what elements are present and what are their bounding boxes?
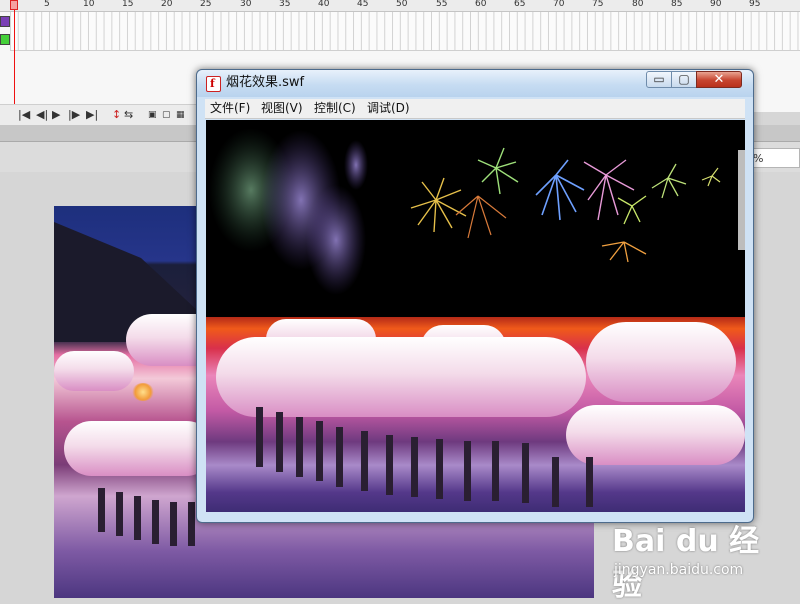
edit-multiple-icon[interactable]: ▢: [162, 108, 171, 122]
watermark-url: jingyan.baidu.com: [614, 562, 744, 578]
step-back-icon[interactable]: ◀|: [36, 108, 48, 122]
firework-burst-blue: [535, 159, 585, 221]
fence-post: [586, 457, 593, 507]
watermark-logo: Bai du 经验: [612, 524, 760, 603]
fence-post: [296, 417, 303, 477]
firework-burst-amber: [601, 241, 647, 263]
timeline-controls: |◀ ◀| ▶ |▶ ▶| ↕ ⇆ ▣ ▢ ▦: [0, 104, 200, 126]
snow-mound: [64, 421, 214, 476]
ruler-number: 45: [357, 0, 369, 9]
ruler-number: 10: [83, 0, 95, 9]
maximize-icon: ▢: [678, 72, 690, 86]
fence-post: [170, 502, 177, 546]
close-icon: ✕: [713, 72, 725, 87]
firework-burst-lime: [617, 195, 647, 225]
minimize-icon: ▭: [653, 72, 665, 86]
fence-post: [316, 421, 323, 481]
ruler-number: 30: [240, 0, 252, 9]
playhead-handle[interactable]: [10, 0, 18, 10]
window-title: 烟花效果.swf: [226, 75, 305, 90]
fence-post: [188, 502, 195, 546]
fence-post: [436, 439, 443, 499]
scrollbar[interactable]: [738, 150, 745, 250]
ruler-number: 50: [396, 0, 408, 9]
ruler-number: 60: [475, 0, 487, 9]
ruler-number: 5: [44, 0, 50, 9]
fence-post: [522, 443, 529, 503]
minimize-button[interactable]: ▭: [646, 71, 672, 88]
firework-blur: [344, 140, 368, 190]
fence-post: [386, 435, 393, 495]
firework-burst-orange: [455, 195, 507, 239]
fence-post: [98, 488, 105, 532]
firework-blur: [306, 185, 366, 295]
ruler-number: 70: [553, 0, 565, 9]
frame-grid[interactable]: [10, 12, 800, 51]
menu-control[interactable]: 控制(C): [314, 101, 356, 116]
snow-roof: [54, 351, 134, 391]
onion-outline-icon[interactable]: ▣: [148, 108, 157, 122]
firework-burst-pink: [583, 159, 635, 221]
ruler-number: 95: [749, 0, 761, 9]
menu-bar: 文件(F) 视图(V) 控制(C) 调试(D): [205, 99, 745, 119]
onion-markers-icon[interactable]: ▦: [176, 108, 185, 122]
layer-color-swatch[interactable]: [0, 34, 10, 45]
ruler-number: 35: [279, 0, 291, 9]
fence-post: [336, 427, 343, 487]
ruler-number: 90: [710, 0, 722, 9]
fence-post: [276, 412, 283, 472]
snow-roof: [586, 322, 736, 402]
snow-village-scene: [206, 317, 745, 512]
swf-player-window[interactable]: f 烟花效果.swf ▭ ▢ ✕ 文件(F) 视图(V) 控制(C) 调试(D): [196, 69, 754, 523]
loop-icon[interactable]: ↕: [112, 108, 121, 122]
fence-post: [361, 431, 368, 491]
firework-burst-gold: [410, 177, 467, 233]
menu-view[interactable]: 视图(V): [261, 101, 303, 116]
fence-post: [134, 496, 141, 540]
ruler-number: 75: [592, 0, 604, 9]
flash-player-icon: f: [206, 76, 221, 92]
ruler-number: 40: [318, 0, 330, 9]
go-to-start-icon[interactable]: |◀: [18, 108, 30, 122]
play-icon[interactable]: ▶: [52, 108, 60, 122]
ruler-number: 80: [632, 0, 644, 9]
frame-ruler[interactable]: 5 10 15 20 25 30 35 40 45 50 55 60 65 70…: [0, 0, 800, 12]
zoom-field[interactable]: %: [748, 148, 800, 168]
snow-mound: [566, 405, 745, 465]
fireworks-animation: [209, 128, 721, 295]
playhead-line: [14, 0, 15, 112]
firework-burst-small-green: [651, 163, 687, 199]
fence-post: [492, 441, 499, 501]
close-button[interactable]: ✕: [696, 71, 742, 88]
snow-fence-top: [216, 337, 586, 417]
fence-post: [256, 407, 263, 467]
lantern-light: [132, 383, 154, 401]
go-to-end-icon[interactable]: ▶|: [86, 108, 98, 122]
fence-post: [552, 457, 559, 507]
fence-post: [152, 500, 159, 544]
ruler-number: 20: [161, 0, 173, 9]
firework-burst-tiny: [701, 167, 721, 187]
fence-post: [464, 441, 471, 501]
fence-post: [116, 492, 123, 536]
firework-burst-green: [477, 147, 519, 195]
ruler-number: 65: [514, 0, 526, 9]
maximize-button[interactable]: ▢: [671, 71, 697, 88]
ruler-number: 55: [436, 0, 448, 9]
layer-color-swatch[interactable]: [0, 16, 10, 27]
flash-glyph: f: [210, 77, 215, 90]
ruler-number: 15: [122, 0, 134, 9]
step-forward-icon[interactable]: |▶: [68, 108, 80, 122]
baidu-jingyan-watermark: Bai du 经验 jingyan.baidu.com: [612, 516, 762, 603]
menu-debug[interactable]: 调试(D): [367, 101, 410, 116]
ruler-number: 25: [200, 0, 212, 9]
menu-file[interactable]: 文件(F): [210, 101, 250, 116]
window-titlebar[interactable]: f 烟花效果.swf ▭ ▢ ✕: [197, 70, 753, 97]
ruler-number: 85: [671, 0, 683, 9]
swf-content-area[interactable]: [206, 120, 745, 512]
onion-skin-icon[interactable]: ⇆: [124, 108, 133, 122]
fence-post: [411, 437, 418, 497]
